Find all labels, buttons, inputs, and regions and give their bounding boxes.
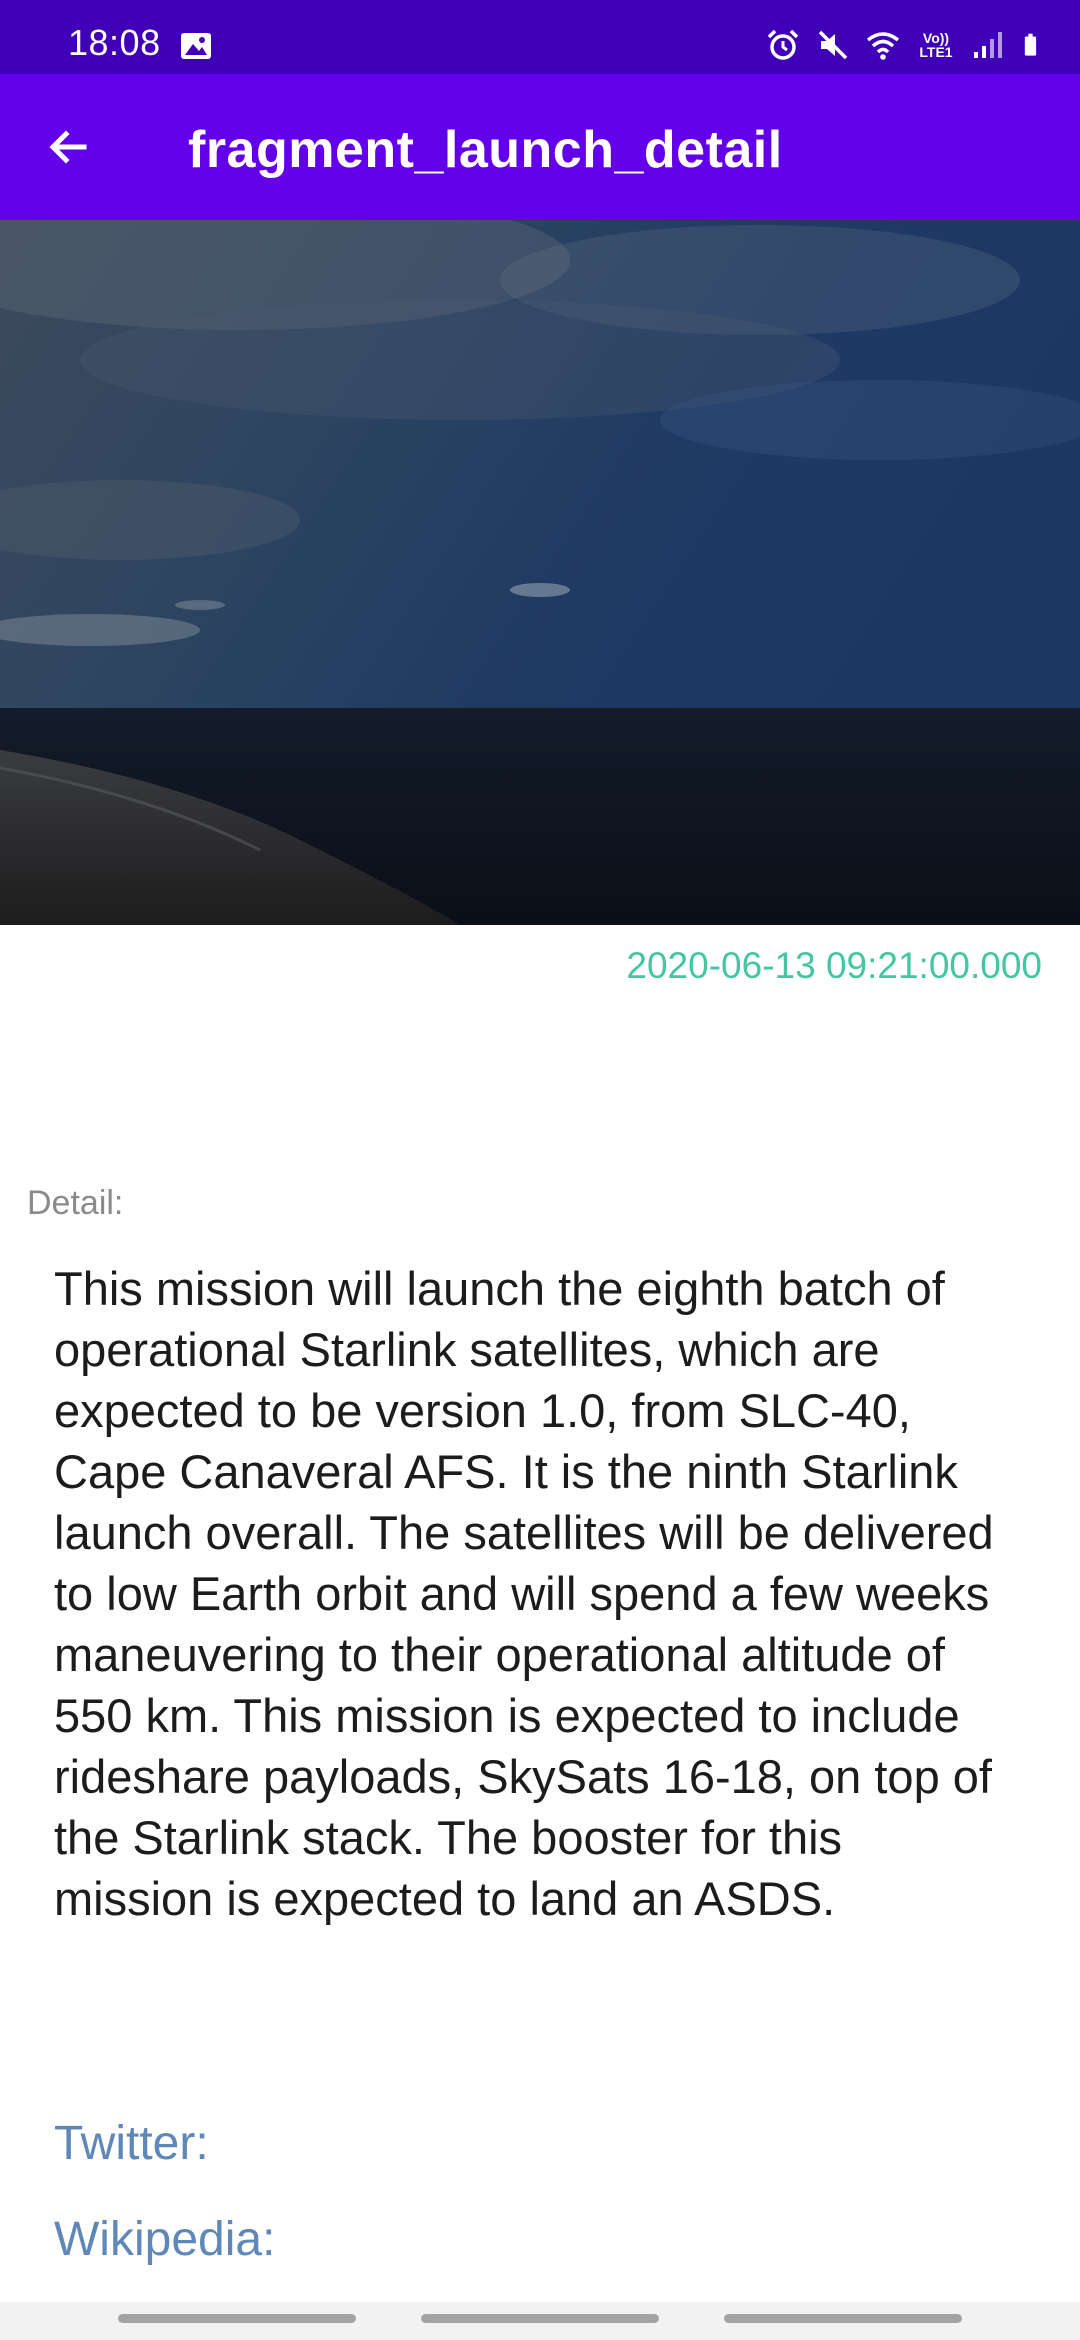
wikipedia-link[interactable]: Wikipedia: [54, 2212, 275, 2267]
twitter-link[interactable]: Twitter: [54, 2116, 209, 2171]
status-icons: Vo)) LTE1 [766, 24, 1046, 66]
recent-apps-button[interactable] [118, 2314, 356, 2323]
back-nav-button[interactable] [724, 2314, 962, 2323]
network-label: Vo)) LTE1 [919, 30, 953, 60]
alarm-icon [767, 29, 799, 60]
signal-icon [974, 32, 1002, 58]
wifi-icon [866, 32, 900, 60]
battery-icon [1024, 33, 1037, 56]
detail-label: Detail: [27, 1184, 124, 1222]
launch-image [0, 220, 1080, 925]
home-button[interactable] [421, 2314, 659, 2323]
launch-date: 2020-06-13 09:21:00.000 [626, 945, 1042, 986]
mute-icon [818, 30, 848, 60]
arrow-left-icon [49, 130, 87, 164]
status-time: 18:08 [68, 22, 161, 63]
app-bar: fragment_launch_detail [0, 74, 1080, 220]
back-button[interactable] [28, 119, 108, 175]
gallery-icon [181, 33, 211, 59]
launch-description: This mission will launch the eighth batc… [54, 1262, 994, 1925]
page-title: fragment_launch_detail [188, 121, 783, 179]
navigation-bar [0, 2302, 1080, 2340]
status-bar: 18:08 Vo)) LTE1 [0, 0, 1080, 74]
